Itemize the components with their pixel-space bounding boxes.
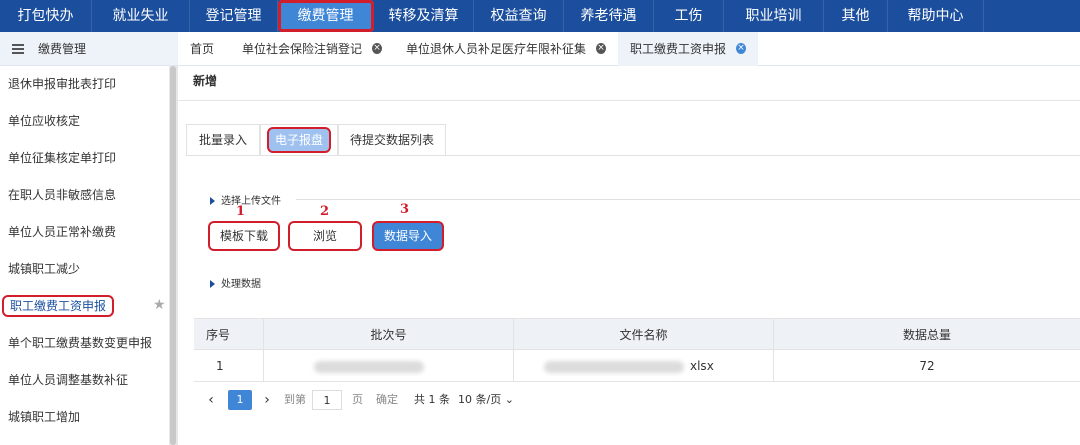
pagination: ‹ 1 › 到第 1 页 确定 共 1 条 10 条/页 ⌄ [194, 384, 1080, 414]
table-row[interactable]: 1 xlsx 72 [194, 350, 1080, 382]
annotation-number: 2 [320, 204, 330, 219]
tab-unit-cancel[interactable]: 单位社会保险注销登记 × [230, 32, 394, 66]
sidebar-header: 缴费管理 [0, 32, 178, 66]
group-title-label: 选择上传文件 [221, 196, 281, 207]
cell-filename: xlsx [514, 350, 774, 382]
sidebar-item-base-adjust[interactable]: 单位人员调整基数补征 [0, 362, 168, 399]
column-header-total: 数据总量 [902, 328, 951, 342]
sidebar-item-wage-declaration[interactable]: 职工缴费工资申报 [0, 288, 168, 325]
tab-bar: 首页 单位社会保险注销登记 × 单位退休人员补足医疗年限补征集 × 职工缴费工资申报… [178, 31, 1080, 66]
cell-total: 72 [919, 359, 935, 373]
sidebar-item-base-change[interactable]: 单个职工缴费基数变更申报 [0, 325, 168, 362]
nav-item-registration[interactable]: 登记管理 [190, 0, 278, 32]
sidebar-item-staff-info[interactable]: 在职人员非敏感信息 [0, 177, 168, 214]
subtab-label: 批量录入 [198, 133, 247, 147]
divider [178, 100, 1080, 101]
total-count: 共 1 条 [414, 393, 450, 406]
page-size-select[interactable]: 10 条/页 ⌄ [458, 390, 514, 410]
goto-confirm-button[interactable]: 确定 [376, 390, 398, 410]
chevron-right-icon[interactable]: › [260, 390, 274, 410]
column-header-batch: 批次号 [264, 319, 514, 351]
sidebar: 退休申报审批表打印 单位应收核定 单位征集核定单打印 在职人员非敏感信息 单位人… [0, 66, 178, 445]
nav-item-help[interactable]: 帮助中心 [888, 0, 984, 32]
close-icon[interactable]: × [372, 43, 382, 54]
tab-label: 职工缴费工资申报 [630, 41, 727, 56]
upload-group-title: 选择上传文件 [210, 192, 281, 207]
nav-item-payment-management[interactable]: 缴费管理 [278, 0, 374, 32]
column-header-filename: 文件名称 [514, 319, 774, 351]
main-content: 新增 批量录入 电子报盘 待提交数据列表 选择上传文件 1 2 3 模板下载 浏… [178, 66, 1080, 445]
process-group-title: 处理数据 [210, 275, 261, 290]
nav-item-pension[interactable]: 养老待遇 [564, 0, 654, 32]
sidebar-item-label: 单位应收核定 [8, 114, 81, 128]
page-unit-label: 页 [352, 393, 363, 406]
group-title-label: 处理数据 [221, 279, 261, 290]
tab-label: 首页 [190, 41, 215, 56]
template-download-button[interactable]: 模板下载 [208, 221, 280, 251]
sidebar-item-receivable[interactable]: 单位应收核定 [0, 103, 168, 140]
chevron-down-icon: ⌄ [504, 393, 514, 406]
close-icon[interactable]: × [736, 43, 746, 54]
nav-item-package[interactable]: 打包快办 [0, 0, 92, 32]
scrollbar-thumb[interactable] [170, 66, 176, 445]
sidebar-item-label: 退休申报审批表打印 [8, 77, 117, 91]
sidebar-item-label: 城镇职工减少 [8, 262, 81, 276]
divider [296, 199, 1080, 200]
filename-suffix: xlsx [690, 359, 714, 373]
chevron-left-icon[interactable]: ‹ [204, 390, 218, 410]
cell-batch-redacted [264, 350, 514, 382]
sidebar-item-label: 单位征集核定单打印 [8, 151, 117, 165]
sidebar-item-label: 单位人员正常补缴费 [8, 225, 117, 239]
tab-label: 单位社会保险注销登记 [242, 41, 363, 56]
sidebar-item-staff-increase[interactable]: 城镇职工增加 [0, 399, 168, 436]
subtab-label: 电子报盘 [266, 127, 331, 153]
data-import-button[interactable]: 数据导入 [372, 221, 444, 251]
caret-right-icon [210, 197, 215, 205]
sidebar-item-label: 在职人员非敏感信息 [8, 188, 117, 202]
page-input[interactable]: 1 [312, 390, 342, 410]
tab-wage-declaration[interactable]: 职工缴费工资申报 × [618, 31, 758, 66]
subtab-electronic-disk[interactable]: 电子报盘 [260, 124, 338, 156]
table-header: 序号 批次号 文件名称 数据总量 [194, 318, 1080, 351]
tab-home[interactable]: 首页 [178, 32, 230, 66]
star-icon[interactable]: ★ [153, 298, 167, 312]
sidebar-item-normal-backpay[interactable]: 单位人员正常补缴费 [0, 214, 168, 251]
menu-icon[interactable] [12, 43, 24, 54]
section-title: 新增 [193, 74, 218, 88]
page-size-label: 10 条/页 [458, 393, 502, 406]
subtab-batch-entry[interactable]: 批量录入 [186, 124, 260, 156]
sidebar-item-label: 职工缴费工资申报 [2, 295, 115, 317]
page-number-current[interactable]: 1 [228, 390, 252, 410]
sidebar-item-label: 城镇职工增加 [8, 410, 81, 424]
nav-item-employment[interactable]: 就业失业 [92, 0, 190, 32]
sidebar-item-label: 单位人员调整基数补征 [8, 373, 129, 387]
top-nav: 打包快办 就业失业 登记管理 缴费管理 转移及清算 权益查询 养老待遇 工伤 职… [0, 0, 1080, 32]
nav-item-rights-query[interactable]: 权益查询 [474, 0, 564, 32]
tab-label: 单位退休人员补足医疗年限补征集 [406, 41, 587, 56]
column-header-index: 序号 [194, 319, 264, 351]
subtab-bar: 批量录入 电子报盘 待提交数据列表 [186, 124, 1080, 156]
nav-item-other[interactable]: 其他 [824, 0, 888, 32]
nav-item-injury[interactable]: 工伤 [654, 0, 724, 32]
sidebar-scrollbar[interactable] [169, 66, 177, 445]
annotation-number: 3 [400, 202, 410, 217]
sidebar-item-collection-print[interactable]: 单位征集核定单打印 [0, 140, 168, 177]
caret-right-icon [210, 280, 215, 288]
subtab-pending-list[interactable]: 待提交数据列表 [338, 124, 446, 156]
sidebar-item-retire-print[interactable]: 退休申报审批表打印 [0, 66, 168, 103]
close-icon[interactable]: × [596, 43, 606, 54]
annotation-number: 1 [236, 204, 246, 219]
goto-label: 到第 [284, 393, 306, 406]
tab-retiree-medical[interactable]: 单位退休人员补足医疗年限补征集 × [394, 32, 618, 66]
sidebar-item-staff-decrease[interactable]: 城镇职工减少 [0, 251, 168, 288]
nav-item-training[interactable]: 职业培训 [724, 0, 824, 32]
browse-button[interactable]: 浏览 [288, 221, 362, 251]
nav-item-transfer[interactable]: 转移及清算 [374, 0, 474, 32]
sidebar-item-label: 单个职工缴费基数变更申报 [8, 336, 153, 350]
sidebar-title: 缴费管理 [38, 42, 87, 56]
cell-index: 1 [194, 350, 264, 382]
subtab-label: 待提交数据列表 [349, 133, 434, 147]
